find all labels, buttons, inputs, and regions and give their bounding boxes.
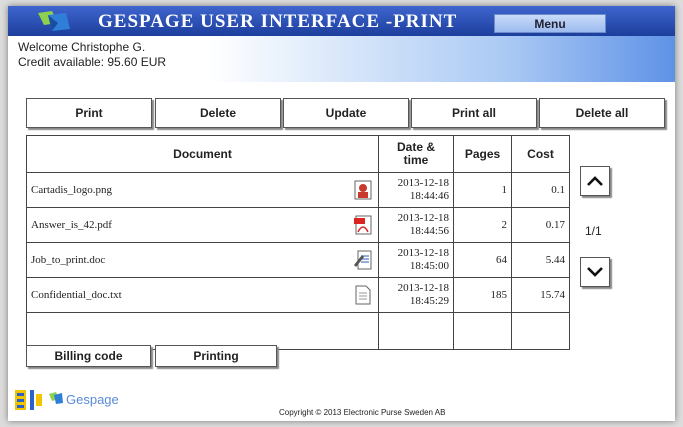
time-text: 18:44:46 [409, 190, 449, 202]
column-header-pages: Pages [453, 135, 512, 173]
pages-cell: 185 [453, 277, 512, 313]
app-window: GESPAGE USER INTERFACE -PRINT Menu Welco… [8, 6, 675, 421]
delete-button[interactable]: Delete [155, 98, 281, 128]
empty-cell [378, 312, 454, 350]
chevron-down-icon [587, 267, 603, 277]
table-header-row: Document Date & time Pages Cost [26, 135, 570, 173]
billing-code-button[interactable]: Billing code [26, 345, 151, 367]
print-button[interactable]: Print [26, 98, 152, 128]
table-row[interactable]: Confidential_doc.txt 2013-12-18 18:45:29… [26, 277, 570, 313]
document-table: Document Date & time Pages Cost Cartadis… [26, 135, 570, 350]
title-bar: GESPAGE USER INTERFACE -PRINT Menu [8, 6, 675, 36]
datetime-cell: 2013-12-18 18:45:00 [378, 242, 454, 278]
credit-text: Credit available: 95.60 EUR [18, 55, 167, 69]
time-text: 18:45:29 [409, 295, 449, 307]
table-row[interactable]: Job_to_print.doc 2013-12-18 18:45:00 64 … [26, 242, 570, 278]
document-name: Confidential_doc.txt [31, 289, 122, 301]
document-cell[interactable]: Cartadis_logo.png [26, 172, 379, 208]
cost-cell: 5.44 [511, 242, 570, 278]
date-text: 2013-12-18 [397, 212, 449, 224]
table-row[interactable]: Cartadis_logo.png 2013-12-18 18:44:46 1 … [26, 172, 570, 208]
delete-all-button[interactable]: Delete all [539, 98, 665, 128]
empty-cell [453, 312, 512, 350]
printing-button[interactable]: Printing [155, 345, 277, 367]
column-header-document: Document [26, 135, 379, 173]
image-file-icon [354, 180, 372, 200]
date-text: 2013-12-18 [397, 247, 449, 259]
date-text: 2013-12-18 [397, 282, 449, 294]
footer-brand: Gespage [66, 392, 119, 407]
pdf-file-icon [354, 215, 372, 235]
chevron-up-icon [587, 176, 603, 186]
pages-cell: 1 [453, 172, 512, 208]
document-cell[interactable]: Confidential_doc.txt [26, 277, 379, 313]
table-row[interactable]: Answer_is_42.pdf 2013-12-18 18:44:56 2 0… [26, 207, 570, 243]
date-text: 2013-12-18 [397, 177, 449, 189]
update-button[interactable]: Update [283, 98, 409, 128]
txt-file-icon [355, 285, 371, 305]
empty-cell [511, 312, 570, 350]
pages-cell: 64 [453, 242, 512, 278]
document-cell[interactable]: Job_to_print.doc [26, 242, 379, 278]
welcome-text: Welcome Christophe G. [18, 40, 146, 54]
table-row-empty [26, 312, 570, 350]
scroll-down-button[interactable] [580, 257, 610, 287]
document-name: Job_to_print.doc [31, 254, 106, 266]
app-title: GESPAGE USER INTERFACE -PRINT [98, 11, 458, 32]
doc-file-icon [354, 250, 372, 270]
print-all-button[interactable]: Print all [411, 98, 537, 128]
cost-cell: 15.74 [511, 277, 570, 313]
gespage-footer-logo-icon [49, 392, 63, 404]
time-text: 18:45:00 [409, 260, 449, 272]
cost-cell: 0.1 [511, 172, 570, 208]
document-name: Cartadis_logo.png [31, 184, 112, 196]
copyright-text: Copyright © 2013 Electronic Purse Sweden… [279, 408, 446, 417]
datetime-cell: 2013-12-18 18:45:29 [378, 277, 454, 313]
column-header-datetime: Date & time [378, 135, 454, 173]
pages-cell: 2 [453, 207, 512, 243]
welcome-banner: Welcome Christophe G. Credit available: … [8, 36, 675, 82]
empty-cell [26, 312, 379, 350]
document-name: Answer_is_42.pdf [31, 219, 112, 231]
datetime-cell: 2013-12-18 18:44:46 [378, 172, 454, 208]
datetime-cell: 2013-12-18 18:44:56 [378, 207, 454, 243]
column-header-cost: Cost [511, 135, 570, 173]
scroll-up-button[interactable] [580, 166, 610, 196]
gespage-logo-icon [38, 11, 70, 31]
document-cell[interactable]: Answer_is_42.pdf [26, 207, 379, 243]
cost-cell: 0.17 [511, 207, 570, 243]
menu-button[interactable]: Menu [494, 14, 606, 33]
time-text: 18:44:56 [409, 225, 449, 237]
page-indicator: 1/1 [585, 224, 602, 238]
electronic-purse-logo-icon [15, 390, 42, 410]
